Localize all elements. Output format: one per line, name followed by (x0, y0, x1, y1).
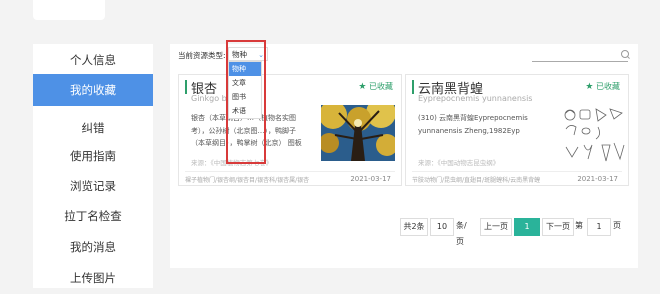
title-accent-bar (185, 80, 187, 94)
favorite-date: 2021-03-17 (350, 175, 391, 183)
taxonomy-path: 节肢动物门/昆虫纲/直翅目/斑腿蝗科/云南黑背蝗 (412, 177, 541, 184)
card-footer: 节肢动物门/昆虫纲/直翅目/斑腿蝗科/云南黑背蝗 2021-03-17 (412, 171, 622, 186)
logo-area (33, 0, 105, 20)
sidebar-item-label: 使用指南 (70, 149, 116, 163)
desc-line: (310) 云南黑背蝗Eyprepocnemis (418, 114, 528, 122)
search-input[interactable] (530, 48, 622, 62)
sidebar: 个人信息 我的收藏 纠错 使用指南 浏览记录 拉丁名检查 我的消息 上传图片 (33, 44, 153, 288)
card-latin-name: Eyprepocnemis yunnanensis (418, 94, 533, 103)
card-footer: 裸子植物门/银杏纲/银杏目/银杏科/银杏属/银杏 2021-03-17 (185, 171, 395, 186)
sidebar-item-label: 纠错 (81, 121, 105, 135)
prev-page-button[interactable]: 上一页 (480, 218, 512, 236)
favorite-card[interactable]: 云南黑背蝗 Eyprepocnemis yunnanensis ★ 已收藏 (3… (405, 74, 629, 186)
favorited-label: 已收藏 (369, 82, 393, 91)
search-icon[interactable] (621, 50, 629, 58)
sidebar-item-history[interactable]: 浏览记录 (33, 170, 153, 202)
favorited-badge[interactable]: ★ 已收藏 (585, 81, 620, 92)
total-count: 共2条 (400, 218, 428, 236)
current-page-button[interactable]: 1 (514, 218, 540, 236)
page-size-select[interactable]: 10 (430, 218, 454, 236)
top-bar (0, 0, 660, 30)
sidebar-item-label: 个人信息 (70, 53, 116, 67)
favorited-label: 已收藏 (596, 82, 620, 91)
favorite-date: 2021-03-17 (577, 175, 618, 183)
ginkgo-tree-image (321, 105, 395, 161)
sidebar-item-label: 浏览记录 (70, 179, 116, 193)
sidebar-item-guide[interactable]: 使用指南 (33, 140, 153, 172)
card-latin-name: Ginkgo bi (191, 94, 229, 103)
star-icon: ★ (585, 82, 594, 92)
sidebar-item-messages[interactable]: 我的消息 (33, 231, 153, 263)
sidebar-item-label: 上传图片 (70, 271, 116, 285)
title-accent-bar (412, 80, 414, 94)
grasshopper-sketch-image (562, 105, 628, 163)
per-page-label: 条/页 (456, 221, 467, 246)
card-description: (310) 云南黑背蝗Eyprepocnemis yunnanensis Zhe… (418, 112, 528, 137)
sidebar-item-label: 我的收藏 (70, 83, 116, 97)
taxonomy-path: 裸子植物门/银杏纲/银杏目/银杏科/银杏属/银杏 (185, 177, 310, 184)
resource-type-label: 当前资源类型: (178, 51, 226, 60)
goto-page-input[interactable]: 1 (587, 218, 611, 236)
card-source: 来源：《中国动物志昆虫纲》 (418, 159, 500, 167)
favorites-panel: 当前资源类型: 物种 ⌄ 银杏 Ginkgo bi ★ 已收藏 银杏（本草纲目）… (170, 40, 638, 268)
star-icon: ★ (358, 82, 367, 92)
favorite-card[interactable]: 银杏 Ginkgo bi ★ 已收藏 银杏（本草纲目）…（植物名实图 考），公孙… (178, 74, 402, 186)
goto-prefix: 第 (575, 221, 583, 230)
sidebar-item-profile[interactable]: 个人信息 (33, 44, 153, 76)
sidebar-item-label: 拉丁名检查 (64, 209, 122, 223)
highlight-box (226, 40, 266, 164)
desc-line: yunnanensis Zheng,1982Eyp (418, 126, 520, 135)
sidebar-item-upload[interactable]: 上传图片 (33, 262, 153, 294)
search-underline (532, 61, 628, 62)
goto-suffix: 页 (613, 221, 621, 230)
sidebar-item-latin-check[interactable]: 拉丁名检查 (33, 200, 153, 232)
sidebar-item-label: 我的消息 (70, 240, 116, 254)
favorited-badge[interactable]: ★ 已收藏 (358, 81, 393, 92)
sidebar-item-favorites[interactable]: 我的收藏 (33, 74, 153, 106)
next-page-button[interactable]: 下一页 (542, 218, 574, 236)
